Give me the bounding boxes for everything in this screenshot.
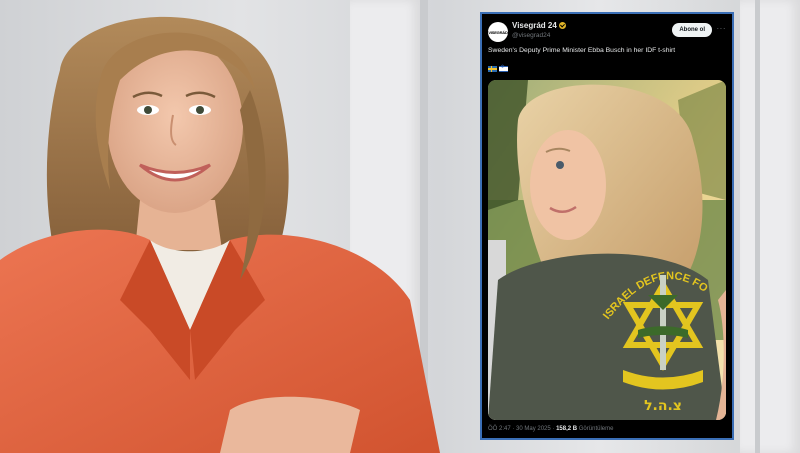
- tweet-card: VISEGRÁD Visegrád 24 @visegrad24 Abone o…: [480, 12, 734, 440]
- tweet-meta: ÖÖ 2:47 · 30 May 2025 · 158,2 B Görüntül…: [488, 426, 614, 432]
- avatar[interactable]: VISEGRÁD: [488, 22, 508, 42]
- media-photo: ISRAEL DEFENCE FO צ.ה.ל: [488, 80, 726, 420]
- sweden-flag-icon: [488, 66, 497, 72]
- author-handle[interactable]: @visegrad24: [512, 32, 550, 39]
- follow-button[interactable]: Abone ol: [672, 23, 712, 37]
- portrait-photo: [0, 16, 440, 453]
- author-name-label: Visegrád 24: [512, 21, 557, 30]
- tweet-text: Sweden's Deputy Prime Minister Ebba Busc…: [488, 47, 676, 54]
- author-name[interactable]: Visegrád 24: [512, 21, 566, 30]
- flag-emojis: [488, 64, 508, 72]
- tweet-date[interactable]: 30 May 2025: [516, 426, 551, 432]
- tweet-time[interactable]: ÖÖ 2:47: [488, 426, 511, 432]
- shirt-hebrew-text: צ.ה.ל: [644, 398, 682, 414]
- tweet-media-image[interactable]: ISRAEL DEFENCE FO צ.ה.ל: [488, 80, 726, 420]
- tweet-header: VISEGRÁD Visegrád 24 @visegrad24 Abone o…: [488, 20, 726, 46]
- verified-badge-icon: [558, 22, 566, 29]
- views-label: Görüntüleme: [578, 426, 614, 432]
- israel-flag-icon: [499, 64, 508, 72]
- more-options-icon[interactable]: ···: [717, 24, 727, 33]
- views-count: 158,2 B: [556, 426, 578, 432]
